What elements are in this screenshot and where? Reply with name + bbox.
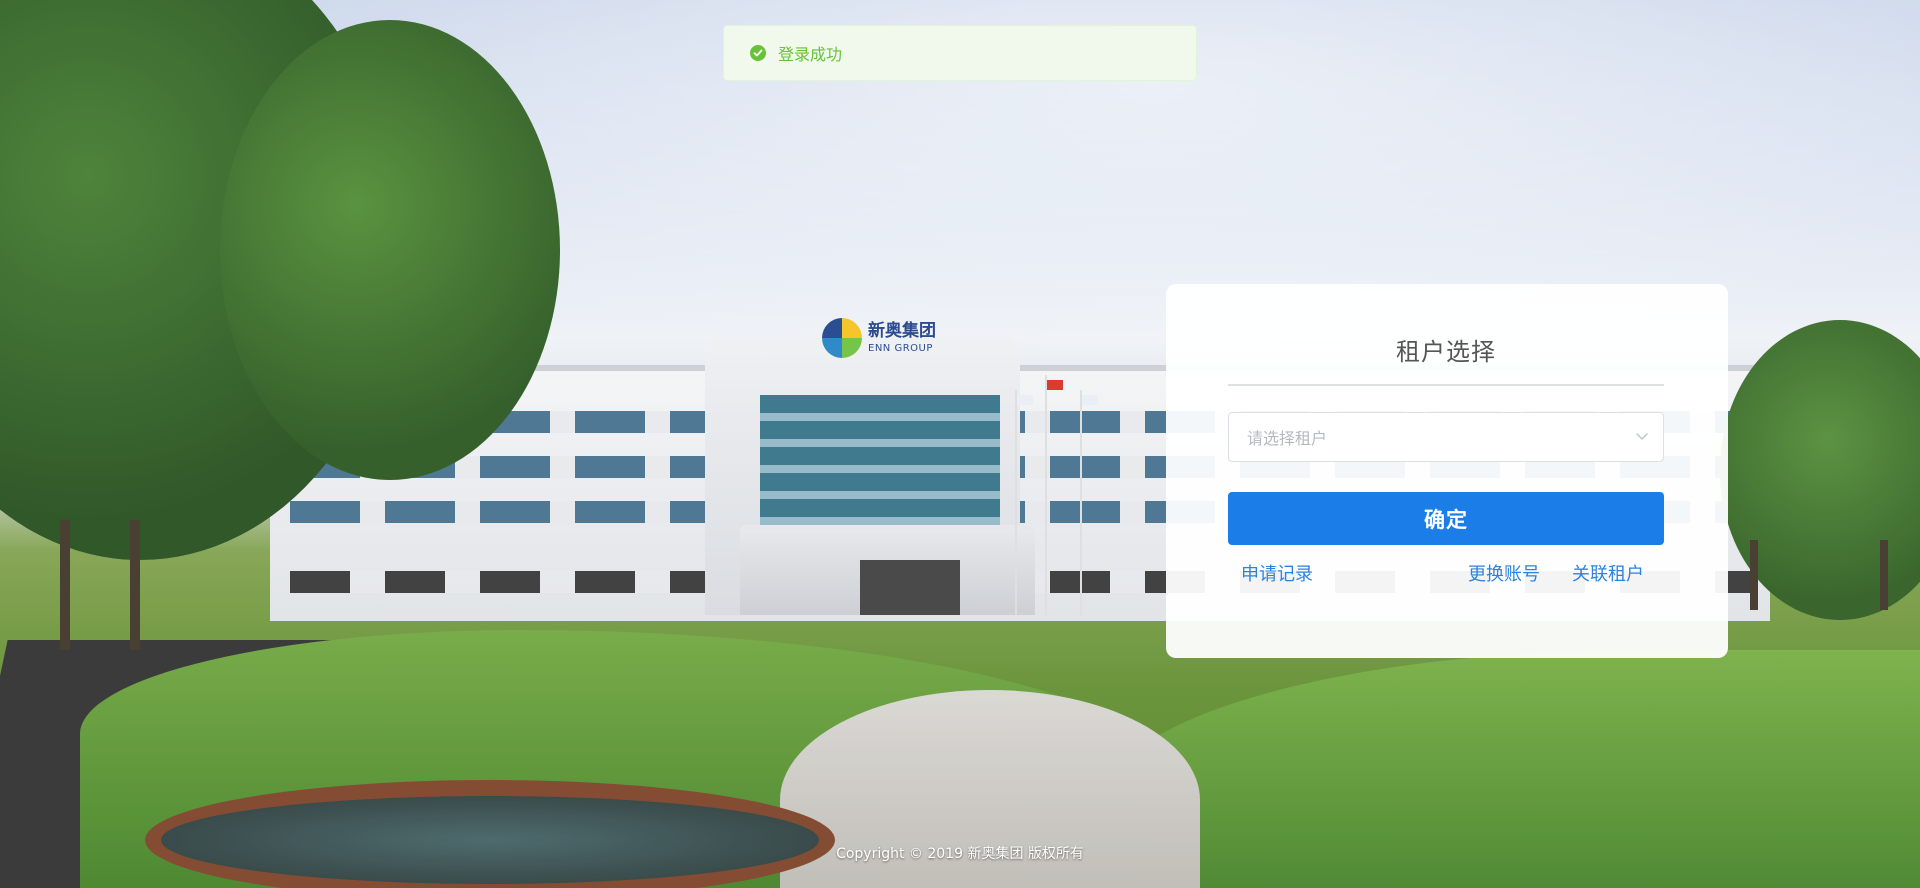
check-circle-icon <box>750 45 766 61</box>
tenant-select-panel: 租户选择 请选择租户 确定 申请记录 更换账号 关联租户 <box>1166 284 1728 658</box>
toast-message: 登录成功 <box>778 45 843 64</box>
success-toast: 登录成功 <box>723 25 1197 81</box>
switch-account-link[interactable]: 更换账号 <box>1468 560 1540 586</box>
divider <box>1228 384 1664 386</box>
confirm-button[interactable]: 确定 <box>1228 492 1664 545</box>
panel-title: 租户选择 <box>1396 338 1496 366</box>
tenant-select-placeholder: 请选择租户 <box>1247 429 1328 448</box>
chevron-down-icon <box>1635 428 1649 447</box>
link-tenant-link[interactable]: 关联租户 <box>1572 560 1644 586</box>
tenant-select[interactable]: 请选择租户 <box>1228 412 1664 462</box>
login-background-photo: 新奥集团 ENN GROUP 登录成功 租户选择 请选择租户 确定 申请记录 更 <box>0 0 1920 888</box>
apply-records-link[interactable]: 申请记录 <box>1241 560 1313 586</box>
copyright-text: Copyright © 2019 新奥集团 版权所有 <box>836 846 1084 862</box>
